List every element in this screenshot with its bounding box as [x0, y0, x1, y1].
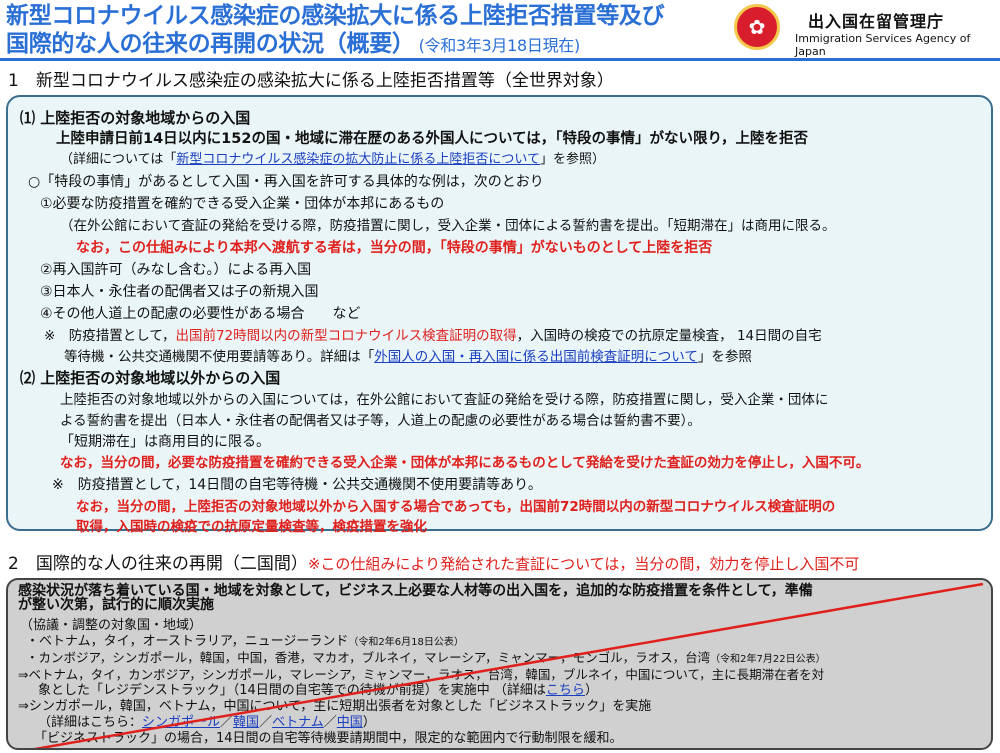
- example-1-warning: なお，この仕組みにより本邦へ渡航する者は，当分の間，「特段の事情」がないものとし…: [76, 240, 713, 256]
- example-1: ①必要な防疫措置を確約できる受入企業・団体が本邦にあるもの: [40, 196, 445, 212]
- subsection-2-warning-2-line-1: なお，当分の間，上陸拒否の対象地域以外から入国する場合であっても，出国前72時間…: [76, 499, 836, 515]
- title-line-2-text: 国際的な人の往来の再開の状況（概要）: [6, 31, 415, 57]
- subsection-2-note: ※ 防疫措置として，14日間の自宅等待機・公共交通機関不使用要請等あり。: [52, 477, 542, 493]
- section-2-box: 感染状況が落ち着いている国・地域を対象として，ビジネス上必要な人材等の出入国を，…: [6, 578, 993, 750]
- title-line-1: 新型コロナウイルス感染症の感染拡大に係る上陸拒否措置等及び: [6, 3, 665, 29]
- note-l2-suffix: 」を参照: [697, 349, 752, 365]
- section-2-heading-text: 2 国際的な人の往来の再開（二国間）: [8, 554, 308, 574]
- subsection-2-title: ⑵ 上陸拒否の対象地域以外からの入国: [20, 369, 281, 387]
- page-title: 新型コロナウイルス感染症の感染拡大に係る上陸拒否措置等及び 国際的な人の往来の再…: [6, 2, 665, 60]
- note-suffix: ，入国時の検疫での抗原定量検査， 14日間の自宅: [516, 328, 822, 344]
- example-4: ④その他人道上の配慮の必要性がある場合 など: [40, 306, 361, 322]
- subsection-2-warning-2-line-2: 取得，入国時の検疫での抗原定量検査等，検疫措置を強化: [76, 519, 427, 535]
- subsection-2-line-2: よる誓約書を提出（日本人・永住者の配偶者又は子等，人道上の配慮の必要性がある場合…: [60, 413, 701, 429]
- example-3: ③日本人・永住者の配偶者又は子の新規入国: [40, 284, 319, 300]
- section-1-heading: 1 新型コロナウイルス感染症の感染拡大に係る上陸拒否措置等（全世界対象）: [8, 71, 614, 91]
- header-divider: [0, 58, 1000, 61]
- special-circumstances-intro: ○「特段の事情」があるとして入国・再入国を許可する具体的な例は，次のとおり: [28, 174, 544, 190]
- quarantine-note-1-line-2: 等待機・公共交通機関不使用要請等あり。詳細は「外国人の入国・再入国に係る出国前検…: [64, 348, 752, 366]
- note-red-text: 出国前72時間以内の新型コロナウイルス検査証明の取得: [175, 328, 517, 344]
- example-2: ②再入国許可（みなし含む。）による再入国: [40, 262, 312, 278]
- link-pre-departure-test[interactable]: 外国人の入国・再入国に係る出国前検査証明について: [374, 349, 698, 365]
- subsection-2-warning: なお，当分の間，必要な防疫措置を確約できる受入企業・団体が本邦にあるものとして発…: [60, 455, 870, 471]
- subsection-1-reference: （詳細については「新型コロナウイルス感染症の拡大防止に係る上陸拒否について」を参…: [60, 151, 605, 169]
- subsection-2-line-1: 上陸拒否の対象地域以外からの入国については，在外公館において査証の発給を受ける際…: [60, 392, 829, 408]
- strikethrough-line: [33, 582, 984, 748]
- link-entry-refusal[interactable]: 新型コロナウイルス感染症の拡大防止に係る上陸拒否について: [176, 152, 540, 167]
- ref-prefix: （詳細については「: [60, 152, 177, 167]
- subsection-2-line-3: 「短期滞在」は商用目的に限る。: [60, 434, 270, 450]
- ref-suffix: 」を参照）: [539, 152, 605, 167]
- title-line-2: 国際的な人の往来の再開の状況（概要） (令和3年3月18日現在): [6, 30, 664, 60]
- section-2-heading: 2 国際的な人の往来の再開（二国間）※この仕組みにより発給された査証については，…: [8, 549, 859, 574]
- example-1-detail: （在外公館において査証の発給を受ける際，防疫措置に関し，受入企業・団体による誓約…: [60, 218, 836, 234]
- chrysanthemum-emblem-icon: ✿: [734, 4, 780, 50]
- note-l2-prefix: 等待機・公共交通機関不使用要請等あり。詳細は「: [64, 349, 375, 365]
- title-date: (令和3年3月18日現在): [418, 36, 581, 55]
- note-prefix: ※ 防疫措置として，: [44, 328, 176, 344]
- section-1-box: ⑴ 上陸拒否の対象地域からの入国 上陸申請日前14日以内に152の国・地域に滞在…: [6, 95, 993, 535]
- section-2-heading-note: ※この仕組みにより発給された査証については，当分の間，効力を停止し入国不可: [307, 555, 860, 573]
- subsection-1-title: ⑴ 上陸拒否の対象地域からの入国: [20, 109, 251, 127]
- quarantine-note-1: ※ 防疫措置として，出国前72時間以内の新型コロナウイルス検査証明の取得，入国時…: [44, 327, 822, 345]
- agency-name-ja: 出入国在留管理庁: [808, 12, 945, 31]
- header: 新型コロナウイルス感染症の感染拡大に係る上陸拒否措置等及び 国際的な人の往来の再…: [0, 0, 1000, 61]
- subsection-1-main: 上陸申請日前14日以内に152の国・地域に滞在歴のある外国人については，「特段の…: [56, 131, 808, 147]
- agency-name-en: Immigration Services Agency of Japan: [795, 32, 971, 58]
